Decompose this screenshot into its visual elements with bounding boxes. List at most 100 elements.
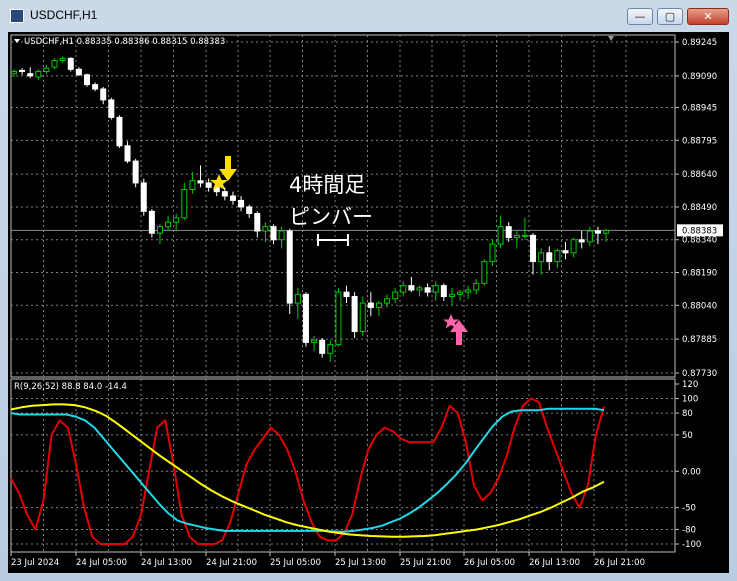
candle-bearish <box>270 226 277 241</box>
title-bar[interactable]: USDCHF,H1 — ▢ ✕ <box>0 0 737 32</box>
candle-bullish <box>327 344 334 354</box>
chart-header: USDCHF,H1 0.88335 0.88386 0.88315 0.8838… <box>24 37 225 47</box>
candle-bullish <box>173 217 180 223</box>
indicator-scale-label: -100 <box>682 540 701 550</box>
candle-bullish <box>262 226 269 232</box>
maximize-button[interactable]: ▢ <box>657 8 683 25</box>
candle-bearish <box>440 285 447 298</box>
candle-bearish <box>254 213 261 232</box>
chart-area[interactable]: 0.89245 0.89090 0.88945 0.88795 0.88640 0.884… <box>8 32 729 573</box>
candle-bullish <box>481 261 488 284</box>
close-button[interactable]: ✕ <box>687 8 729 25</box>
time-label: 26 Jul 13:00 <box>529 558 580 568</box>
annotation-text-pinbar: ピンバー <box>289 205 373 229</box>
candle-bearish <box>148 210 155 234</box>
candle-bullish <box>521 234 528 237</box>
candle-bearish <box>424 287 431 293</box>
candle-bearish <box>197 180 204 184</box>
price-label: 0.88945 <box>682 104 717 114</box>
indicator-header: R(9,26,52) 88.8 84.0 -14.4 <box>14 382 127 392</box>
candle-bearish <box>562 250 569 254</box>
candle-bearish <box>92 84 99 90</box>
candle-bearish <box>238 199 245 208</box>
annotation-text-timeframe: 4時間足 <box>289 173 365 197</box>
candle-bearish <box>83 74 90 86</box>
current-price-label: 0.88383 <box>682 226 717 236</box>
candle-bullish <box>465 289 472 293</box>
candle-bearish <box>205 182 212 188</box>
symbol-menu-triangle-icon <box>14 39 20 43</box>
candle-bullish <box>473 282 480 291</box>
price-label: 0.87885 <box>682 335 717 345</box>
candle-bearish <box>124 145 131 162</box>
chart-shift-triangle-icon <box>608 36 614 41</box>
indicator-scale-label: 80 <box>682 409 693 419</box>
candle-bullish <box>448 293 455 298</box>
time-label: 24 Jul 05:00 <box>76 558 127 568</box>
time-label: 24 Jul 13:00 <box>141 558 192 568</box>
minimize-button[interactable]: — <box>627 8 653 25</box>
candle-bullish <box>51 60 58 68</box>
candle-bearish <box>19 69 26 72</box>
candle-bullish <box>359 302 366 332</box>
price-label: 0.88640 <box>682 170 717 180</box>
candle-bearish <box>546 252 553 263</box>
candle-bearish <box>246 206 253 215</box>
candle-bullish <box>603 229 610 234</box>
price-label: 0.89090 <box>682 72 717 82</box>
candle-bearish <box>505 226 512 239</box>
candle-bullish <box>335 291 342 346</box>
candle-bearish <box>594 230 601 234</box>
indicator-scale-label: 0.00 <box>682 467 701 477</box>
price-label: 0.88795 <box>682 136 717 146</box>
candle-bearish <box>100 88 107 101</box>
candle-bullish <box>392 291 399 300</box>
candle-bullish <box>311 339 318 343</box>
terminal-window: USDCHF,H1 — ▢ ✕ 0.89245 0.89090 0.88945 0.8… <box>0 0 737 581</box>
time-label: 25 Jul 21:00 <box>400 558 451 568</box>
indicator-scale-label: 100 <box>682 395 698 405</box>
candle-bullish <box>59 57 66 62</box>
candle-bullish <box>432 285 439 293</box>
time-label: 25 Jul 05:00 <box>270 558 321 568</box>
time-label: 26 Jul 21:00 <box>594 558 645 568</box>
indicator-scale-label: -80 <box>682 525 696 535</box>
candle-bullish <box>375 302 382 308</box>
candle-bearish <box>408 285 415 291</box>
candle-bearish <box>302 293 309 343</box>
candle-bullish <box>538 252 545 263</box>
candle-bullish <box>189 180 196 190</box>
candle-bullish <box>457 291 464 295</box>
candle-bullish <box>570 239 577 254</box>
candle-bullish <box>294 293 301 304</box>
candle-bearish <box>221 191 228 197</box>
candle-bullish <box>400 285 407 293</box>
candle-bullish <box>416 287 423 291</box>
candle-bullish <box>35 70 42 78</box>
candle-bearish <box>367 302 374 308</box>
candle-bullish <box>156 226 163 234</box>
candle-bearish <box>286 230 293 304</box>
candle-bearish <box>530 234 537 263</box>
candle-bearish <box>132 160 139 184</box>
candle-bearish <box>116 116 123 147</box>
time-label: 24 Jul 21:00 <box>206 558 257 568</box>
candle-bearish <box>140 182 147 212</box>
down-arrow-icon <box>219 156 237 181</box>
indicator-scale-label: -50 <box>682 504 696 514</box>
price-label: 0.87730 <box>682 369 717 379</box>
candle-bearish <box>27 73 34 77</box>
indicator-frame <box>10 378 676 553</box>
time-label: 23 Jul 2024 <box>11 558 59 568</box>
candle-bullish <box>513 234 520 239</box>
candle-bullish <box>43 67 50 72</box>
price-label: 0.88190 <box>682 268 717 278</box>
time-label: 25 Jul 13:00 <box>335 558 386 568</box>
candle-bullish <box>278 230 285 241</box>
candle-bearish <box>67 57 74 70</box>
candle-bullish <box>384 298 391 304</box>
price-chart-svg[interactable]: 0.89245 0.89090 0.88945 0.88795 0.88640 0.884… <box>8 32 729 573</box>
candle-bullish <box>11 70 17 75</box>
price-label: 0.89245 <box>682 38 717 48</box>
candle-bullish <box>165 221 172 228</box>
